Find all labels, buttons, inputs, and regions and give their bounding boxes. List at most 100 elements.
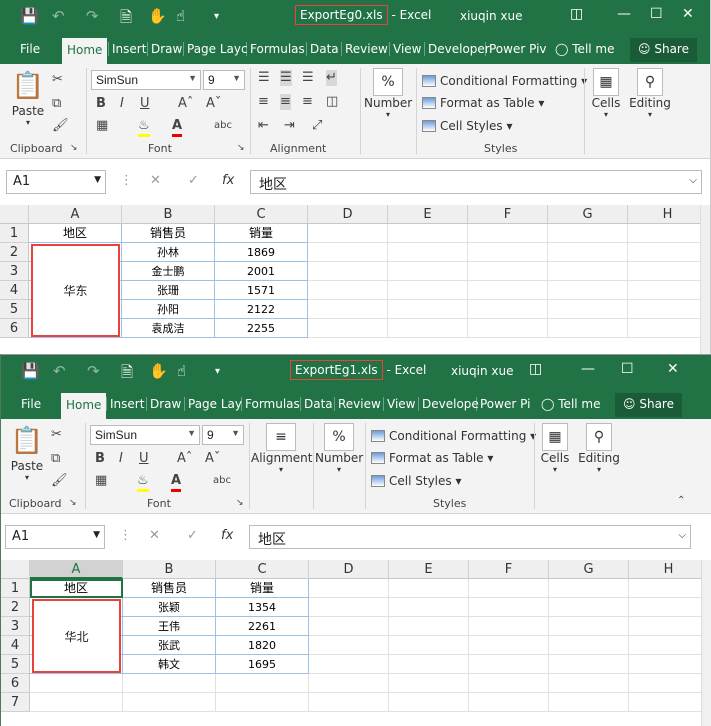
tab-power-pivot[interactable]: Power Pi (476, 397, 530, 411)
cell-b1[interactable]: 销售员 (122, 224, 215, 243)
cell-f4[interactable] (468, 281, 548, 300)
column-header-d[interactable]: D (309, 560, 389, 579)
italic-icon[interactable]: I (119, 451, 123, 467)
column-header-a[interactable]: A (30, 560, 123, 579)
cell-e2[interactable] (388, 243, 468, 262)
cells-button[interactable]: ▦ Cells ▾ (588, 68, 624, 119)
cell-b4[interactable]: 张珊 (122, 281, 215, 300)
cell-f1[interactable] (469, 579, 549, 598)
vertical-scrollbar[interactable] (700, 205, 710, 355)
merged-region-cell[interactable]: 华北 (32, 599, 121, 673)
tab-data[interactable]: Data (306, 42, 339, 56)
row-header-5[interactable]: 5 (0, 300, 29, 319)
column-header-d[interactable]: D (308, 205, 388, 224)
column-header-b[interactable]: B (123, 560, 216, 579)
column-header-c[interactable]: C (215, 205, 308, 224)
cell-c6[interactable] (216, 674, 309, 693)
tab-data[interactable]: Data (300, 397, 333, 411)
cell-c2[interactable]: 1869 (215, 243, 308, 262)
dialog-launcher-icon[interactable]: ↘ (69, 495, 77, 511)
cell-e1[interactable] (389, 579, 469, 598)
save-icon[interactable]: 💾 (20, 7, 39, 25)
cell-c5[interactable]: 2122 (215, 300, 308, 319)
cell-h7[interactable] (629, 693, 709, 712)
cell-e2[interactable] (389, 598, 469, 617)
cell-h6[interactable] (628, 319, 708, 338)
cell-c5[interactable]: 1695 (216, 655, 309, 674)
cell-h3[interactable] (629, 617, 709, 636)
row-header-4[interactable]: 4 (0, 281, 29, 300)
drag-handle-icon[interactable]: ⋮ (120, 173, 133, 188)
maximize-icon[interactable]: ☐ (621, 361, 634, 377)
number-format-button[interactable]: % Number ▾ (315, 423, 363, 474)
worksheet-grid[interactable]: A B C D E F G H 1 地区 销售员 销量 2 张颖 1354 3 王伟 2261 4 张武 1820 5 韩文… (1, 560, 711, 726)
bold-icon[interactable]: B (95, 451, 105, 467)
cell-c6[interactable]: 2255 (215, 319, 308, 338)
decrease-font-icon[interactable]: Aˇ (206, 96, 221, 112)
cell-b6[interactable]: 袁成洁 (122, 319, 215, 338)
maximize-icon[interactable]: ☐ (650, 6, 663, 22)
cell-b3[interactable]: 王伟 (123, 617, 216, 636)
cell-b2[interactable]: 张颖 (123, 598, 216, 617)
new-file-icon[interactable]: 🗎 (121, 362, 133, 387)
tab-page-layout[interactable]: Page Layc (183, 42, 248, 56)
cell-c1[interactable]: 销量 (215, 224, 308, 243)
editing-button[interactable]: ⚲ Editing ▾ (628, 68, 672, 119)
row-header-3[interactable]: 3 (1, 617, 30, 636)
phonetic-icon[interactable]: abc (213, 473, 231, 489)
cell-h4[interactable] (629, 636, 709, 655)
cell-f2[interactable] (468, 243, 548, 262)
cell-d4[interactable] (309, 636, 389, 655)
tell-me-search[interactable]: ◯ Tell me (541, 397, 601, 411)
increase-font-icon[interactable]: Aˆ (177, 451, 192, 467)
column-header-b[interactable]: B (122, 205, 215, 224)
touch-mode-icon[interactable]: ✋ (148, 7, 167, 25)
cell-e3[interactable] (388, 262, 468, 281)
cell-c3[interactable]: 2261 (216, 617, 309, 636)
tab-developer[interactable]: Developer (424, 42, 490, 56)
editing-button[interactable]: ⚲ Editing ▾ (577, 423, 621, 474)
font-color-icon[interactable]: A (172, 118, 183, 137)
row-header-2[interactable]: 2 (0, 243, 29, 262)
cancel-icon[interactable]: ✕ (150, 173, 161, 188)
undo-icon[interactable]: ↶ (52, 7, 65, 25)
cell-e6[interactable] (388, 319, 468, 338)
cell-e7[interactable] (389, 693, 469, 712)
cell-h2[interactable] (629, 598, 709, 617)
row-header-7[interactable]: 7 (1, 693, 30, 712)
cell-h6[interactable] (629, 674, 709, 693)
merge-center-icon[interactable]: ◫ (326, 94, 338, 110)
cell-g4[interactable] (548, 281, 628, 300)
cells-button[interactable]: ▦ Cells ▾ (537, 423, 573, 474)
cell-c4[interactable]: 1820 (216, 636, 309, 655)
cell-d3[interactable] (309, 617, 389, 636)
tab-home[interactable]: Home (62, 38, 108, 64)
cell-f1[interactable] (468, 224, 548, 243)
vertical-scrollbar[interactable] (701, 560, 711, 726)
enter-icon[interactable]: ✓ (187, 528, 198, 543)
customize-qat-icon[interactable]: ▾ (214, 11, 219, 22)
row-header-1[interactable]: 1 (0, 224, 29, 243)
conditional-formatting-button[interactable]: Conditional Formatting ▾ (422, 74, 587, 88)
cell-g3[interactable] (548, 262, 628, 281)
cell-a6[interactable] (30, 674, 123, 693)
align-center-icon[interactable]: ≡ (280, 94, 291, 110)
column-header-g[interactable]: G (548, 205, 628, 224)
cell-c2[interactable]: 1354 (216, 598, 309, 617)
cell-d6[interactable] (309, 674, 389, 693)
insert-function-icon[interactable]: fx (222, 173, 234, 188)
cell-b6[interactable] (123, 674, 216, 693)
tab-power-pivot[interactable]: Power Piv (485, 42, 547, 56)
cell-g5[interactable] (549, 655, 629, 674)
cut-icon[interactable]: ✂ (52, 72, 63, 88)
italic-icon[interactable]: I (120, 96, 124, 112)
column-header-e[interactable]: E (388, 205, 468, 224)
cell-e5[interactable] (388, 300, 468, 319)
collapse-ribbon-icon[interactable]: ⌃ (677, 493, 685, 509)
drag-handle-icon[interactable]: ⋮ (119, 528, 132, 543)
cell-e6[interactable] (389, 674, 469, 693)
cell-g4[interactable] (549, 636, 629, 655)
cell-d7[interactable] (309, 693, 389, 712)
user-name[interactable]: xiuqin xue (460, 9, 523, 23)
cell-g2[interactable] (549, 598, 629, 617)
